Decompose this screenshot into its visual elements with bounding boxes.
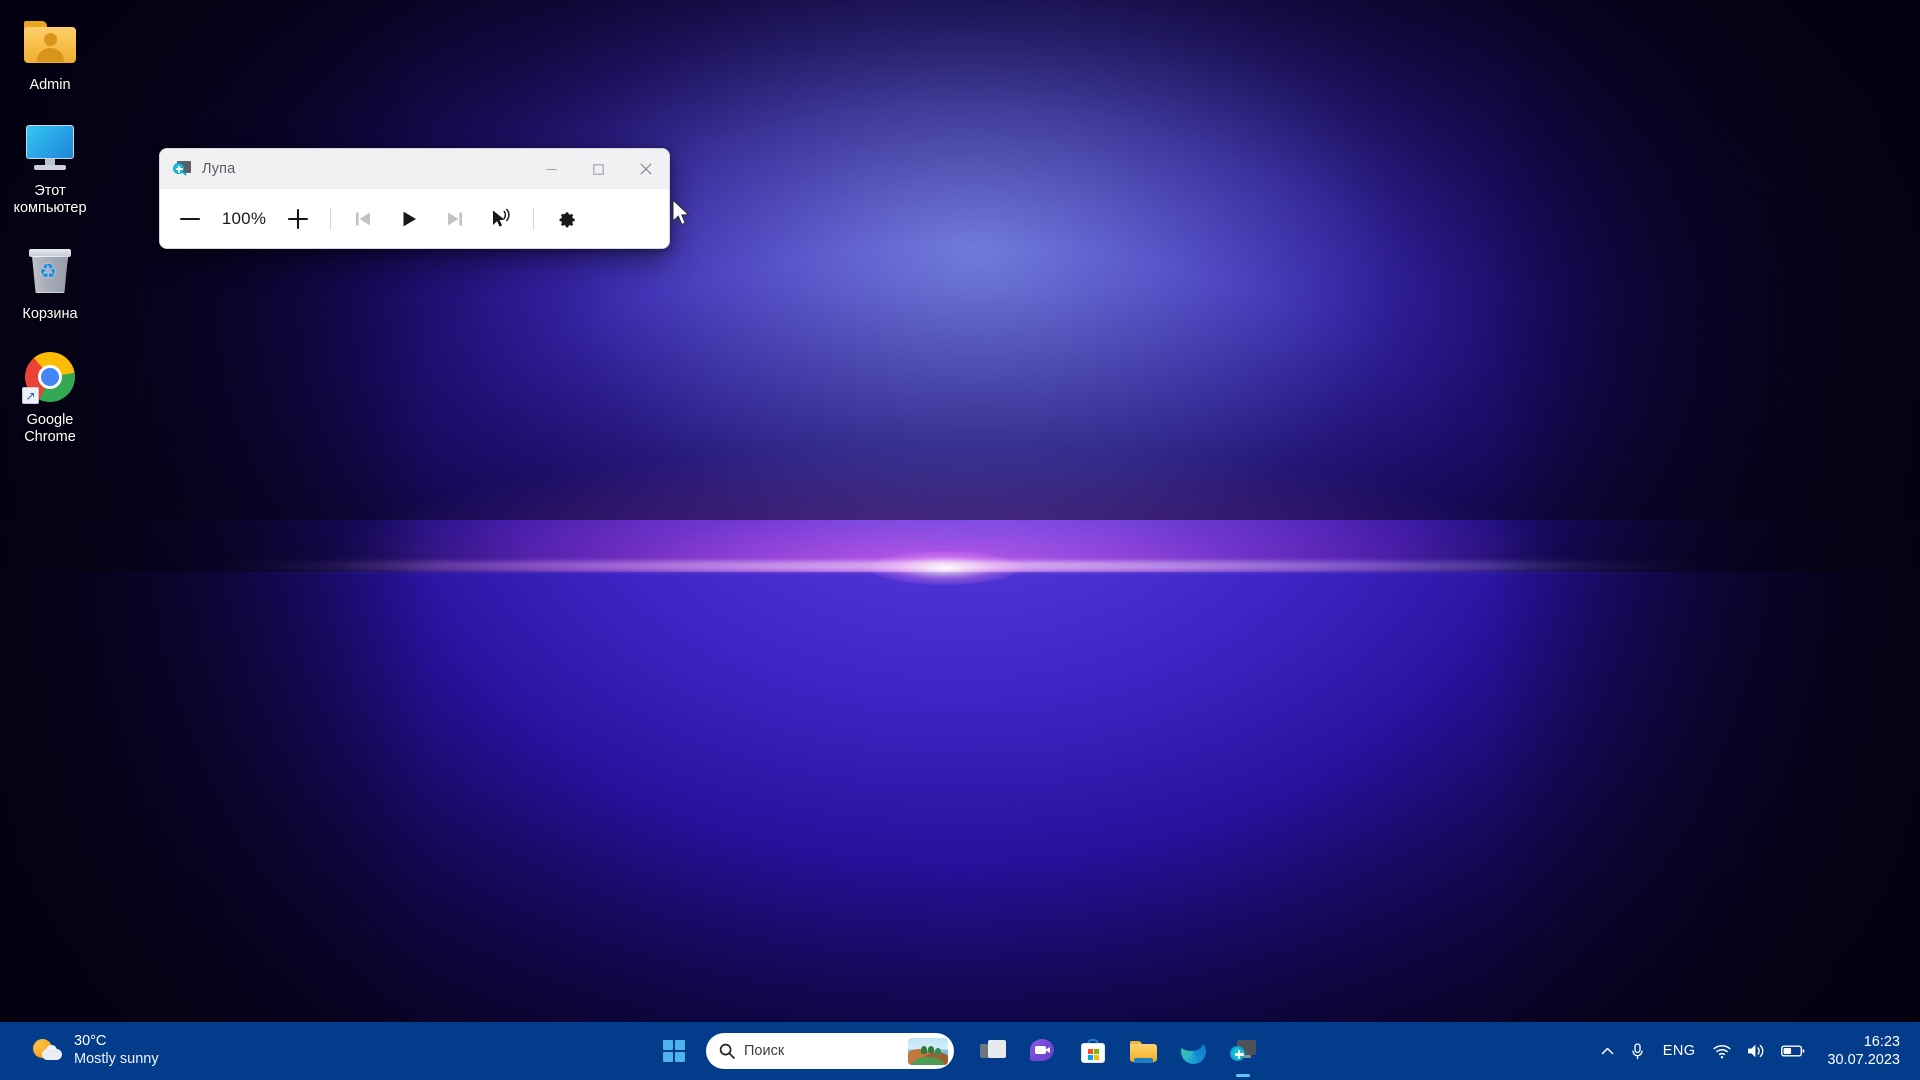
desktop-icon-label: Этот компьютер [13,183,87,216]
desktop-icon-recycle-bin[interactable]: ♻ Корзина [2,237,98,329]
read-from-cursor-icon [493,208,510,227]
weather-widget[interactable]: 30°C Mostly sunny [22,1029,169,1072]
weather-text: 30°C Mostly sunny [74,1033,159,1068]
google-chrome-icon: ↗ [22,349,78,405]
desktop-icon-this-pc[interactable]: Этот компьютер [2,114,98,223]
window-controls [528,149,669,189]
file-explorer-icon [1129,1040,1157,1063]
search-input[interactable]: Поиск [706,1033,954,1069]
magnifier-window[interactable]: Лупа 100% [159,148,670,249]
taskbar-clock[interactable]: 16:23 30.07.2023 [1813,1033,1906,1069]
next-button[interactable] [432,197,478,241]
desktop-icon-admin[interactable]: Admin [2,8,98,100]
taskbar-app-microsoft-edge[interactable] [1172,1029,1214,1073]
weather-condition: Mostly sunny [74,1051,159,1067]
tray-volume-button[interactable] [1739,1031,1773,1071]
toolbar-separator [330,208,331,230]
window-title: Лупа [202,161,236,177]
tray-battery-button[interactable] [1773,1031,1813,1071]
recycle-bin-icon: ♻ [22,243,78,299]
sun-cloud-icon [32,1037,64,1065]
zoom-in-button[interactable] [275,197,321,241]
microsoft-edge-icon [1177,1030,1206,1064]
zoom-out-button[interactable] [167,197,213,241]
desktop-icon-label: Корзина [22,306,78,322]
start-button[interactable] [652,1029,696,1073]
microphone-icon [1632,1042,1643,1059]
window-titlebar[interactable]: Лупа [160,149,669,189]
chevron-up-icon [1601,1047,1614,1054]
landscape-thumbnail-icon[interactable] [908,1037,948,1065]
taskbar-center-cluster: Поиск [652,1022,1268,1080]
previous-button[interactable] [340,197,386,241]
previous-icon [356,212,370,226]
taskbar-app-task-view[interactable] [972,1029,1014,1073]
tray-overflow-button[interactable] [1593,1031,1622,1071]
battery-icon [1781,1045,1805,1057]
desktop-icon-google-chrome[interactable]: ↗ Google Chrome [2,343,98,452]
tray-language-indicator[interactable]: ENG [1653,1031,1706,1071]
system-tray: ENG 16:23 30.07.2023 [1593,1022,1920,1080]
windows-logo-icon [663,1040,685,1062]
tray-microphone-button[interactable] [1622,1031,1653,1071]
chat-video-icon [1030,1039,1056,1063]
zoom-in-icon [287,208,309,230]
volume-icon [1748,1044,1764,1058]
minimize-icon[interactable] [528,149,575,189]
read-from-cursor-button[interactable] [478,197,524,241]
search-placeholder: Поиск [744,1043,785,1059]
next-icon [448,212,462,226]
close-icon[interactable] [622,149,669,189]
desktop-icon-column: Admin Этот компьютер ♻ Корзина ↗ Google … [0,8,100,466]
this-pc-monitor-icon [22,120,78,176]
taskbar: 30°C Mostly sunny Поиск ENG 16:23 30.07.… [0,1022,1920,1080]
taskbar-app-magnifier[interactable] [1222,1029,1264,1077]
shortcut-arrow-icon: ↗ [22,387,39,404]
clock-date: 30.07.2023 [1827,1052,1900,1068]
task-view-icon [980,1040,1006,1062]
settings-button[interactable] [543,197,589,241]
magnifier-app-icon [173,160,191,178]
taskbar-app-chat[interactable] [1022,1029,1064,1073]
search-icon [719,1043,735,1059]
taskbar-app-file-explorer[interactable] [1122,1029,1164,1073]
play-icon [403,211,416,227]
app-active-indicator [1236,1074,1250,1077]
microsoft-store-icon [1081,1039,1105,1063]
zoom-level-value: 100% [221,209,267,228]
taskbar-app-microsoft-store[interactable] [1072,1029,1114,1073]
wifi-icon [1713,1044,1731,1058]
desktop-icon-label: Admin [29,77,71,93]
clock-time: 16:23 [1863,1033,1900,1050]
magnifier-toolbar: 100% [160,189,669,248]
maximize-icon[interactable] [575,149,622,189]
magnifier-icon [1230,1039,1256,1063]
user-folder-icon [22,14,78,70]
weather-temperature: 30°C [74,1033,107,1050]
zoom-out-icon [179,217,201,221]
play-button[interactable] [386,197,432,241]
toolbar-separator [533,208,534,230]
tray-wifi-button[interactable] [1705,1031,1739,1071]
desktop-icon-label: Google Chrome [24,412,76,445]
settings-gear-icon [559,212,575,228]
